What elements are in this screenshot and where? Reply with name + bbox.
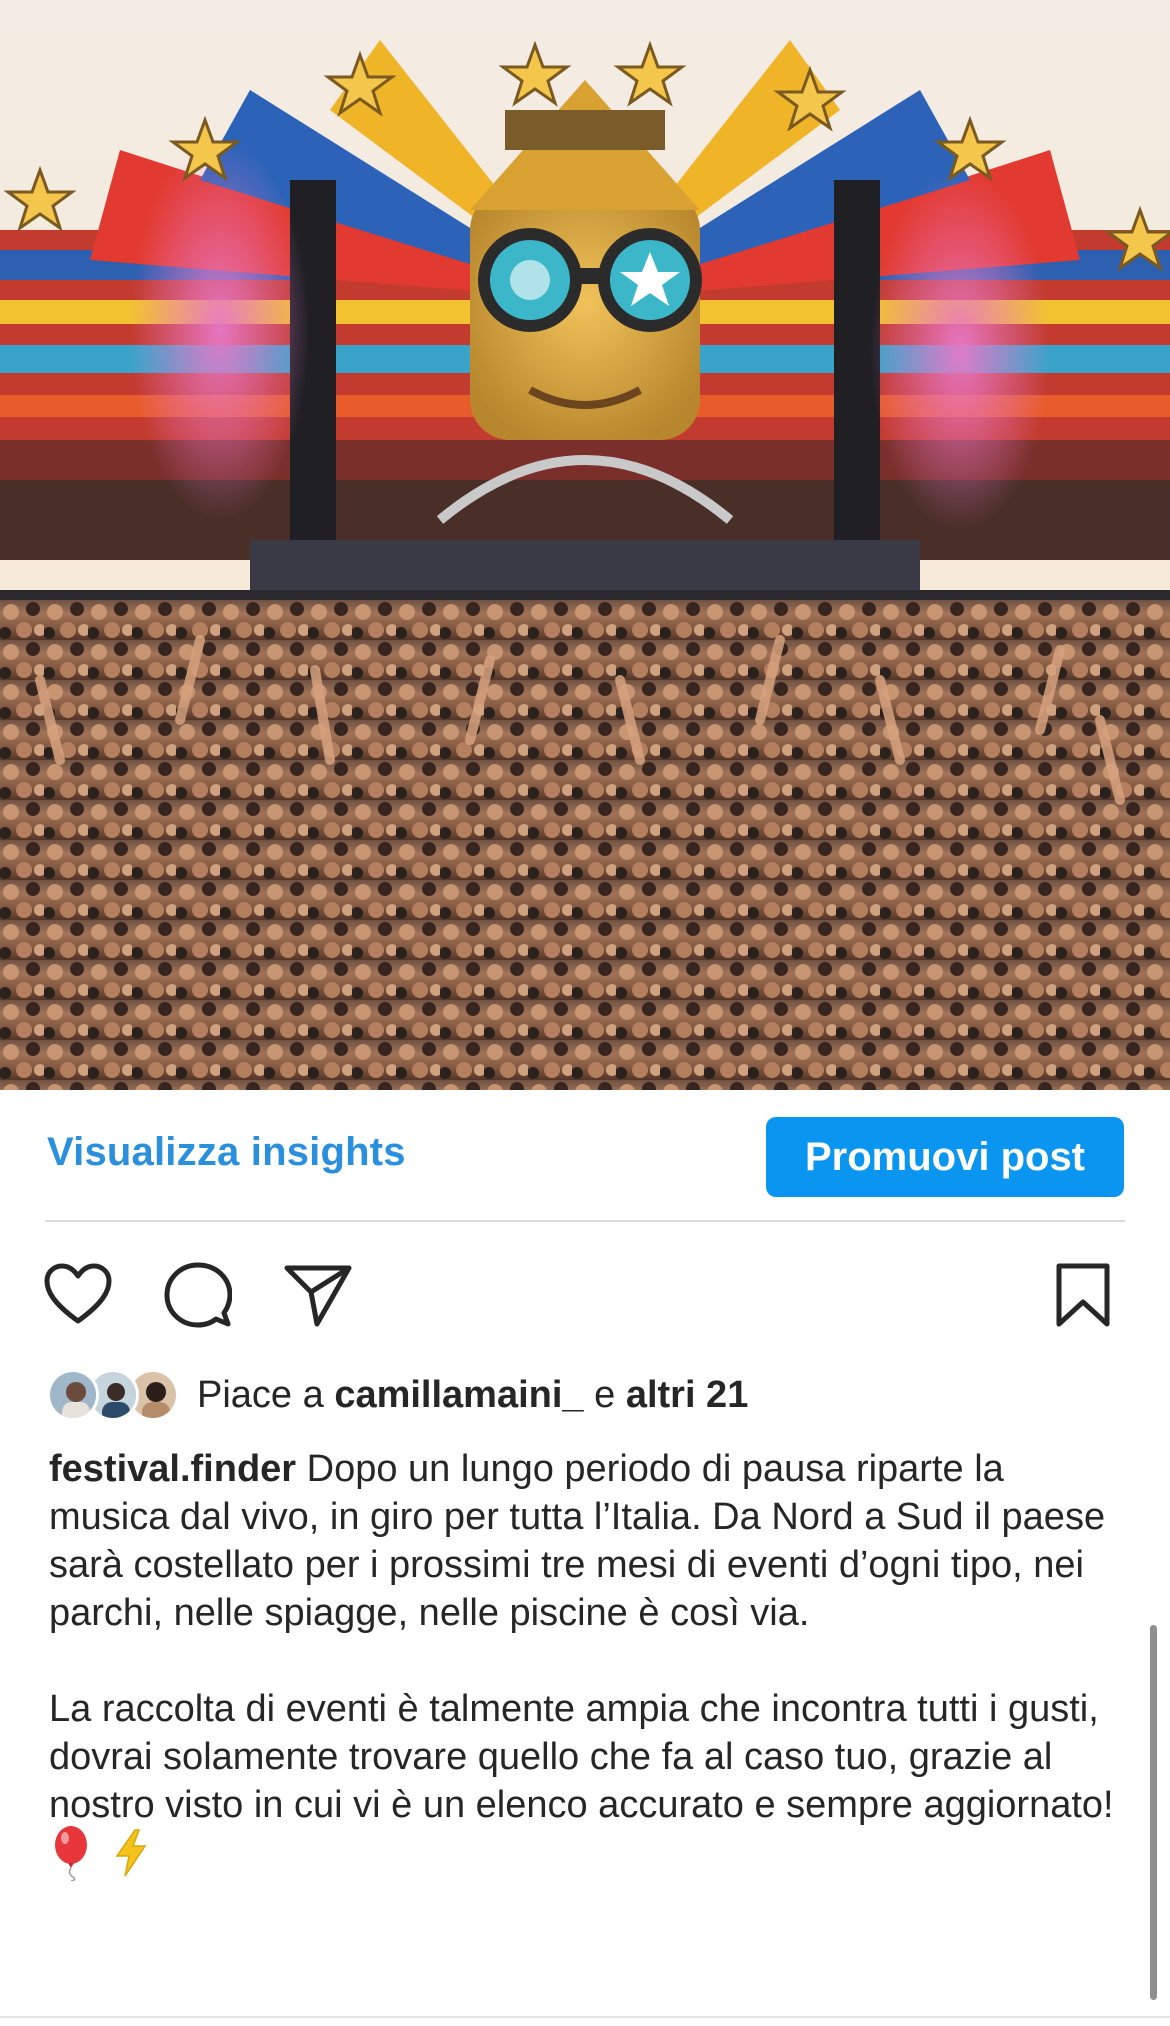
bottom-divider bbox=[0, 2016, 1170, 2018]
divider bbox=[45, 1220, 1125, 1222]
scrollbar[interactable] bbox=[1150, 1625, 1157, 2000]
likes-summary: Piace a camillamaini_ e altri 21 bbox=[197, 1374, 748, 1417]
post-caption: festival.finder Dopo un lungo periodo di… bbox=[49, 1445, 1119, 1887]
likes-others[interactable]: altri 21 bbox=[626, 1374, 749, 1416]
likes-row[interactable]: Piace a camillamaini_ e altri 21 bbox=[47, 1365, 748, 1425]
caption-paragraph-1: festival.finder Dopo un lungo periodo di… bbox=[49, 1445, 1119, 1637]
caption-emojis bbox=[49, 1826, 1119, 1890]
insights-row: Visualizza insights Promuovi post bbox=[0, 1090, 1170, 1222]
likes-prefix: Piace a bbox=[197, 1373, 335, 1416]
heart-icon[interactable] bbox=[38, 1255, 118, 1335]
liker-username[interactable]: camillamaini_ bbox=[334, 1374, 583, 1416]
avatar bbox=[47, 1369, 99, 1421]
liker-avatars[interactable] bbox=[47, 1367, 183, 1423]
comment-icon[interactable] bbox=[158, 1255, 238, 1335]
lightning-icon bbox=[111, 1828, 151, 1890]
festival-stage-illustration bbox=[0, 0, 1170, 1090]
caption-username[interactable]: festival.finder bbox=[49, 1448, 296, 1490]
caption-paragraph-2: La raccolta di eventi è talmente ampia c… bbox=[49, 1688, 1114, 1826]
post-image[interactable] bbox=[0, 0, 1170, 1090]
paper-plane-icon[interactable] bbox=[278, 1255, 358, 1335]
post-actions bbox=[0, 1255, 1170, 1345]
likes-middle: e bbox=[583, 1373, 626, 1416]
bookmark-icon[interactable] bbox=[1043, 1255, 1123, 1335]
view-insights-link[interactable]: Visualizza insights bbox=[47, 1130, 406, 1175]
promote-post-button[interactable]: Promuovi post bbox=[766, 1117, 1124, 1197]
balloon-icon bbox=[49, 1825, 93, 1893]
